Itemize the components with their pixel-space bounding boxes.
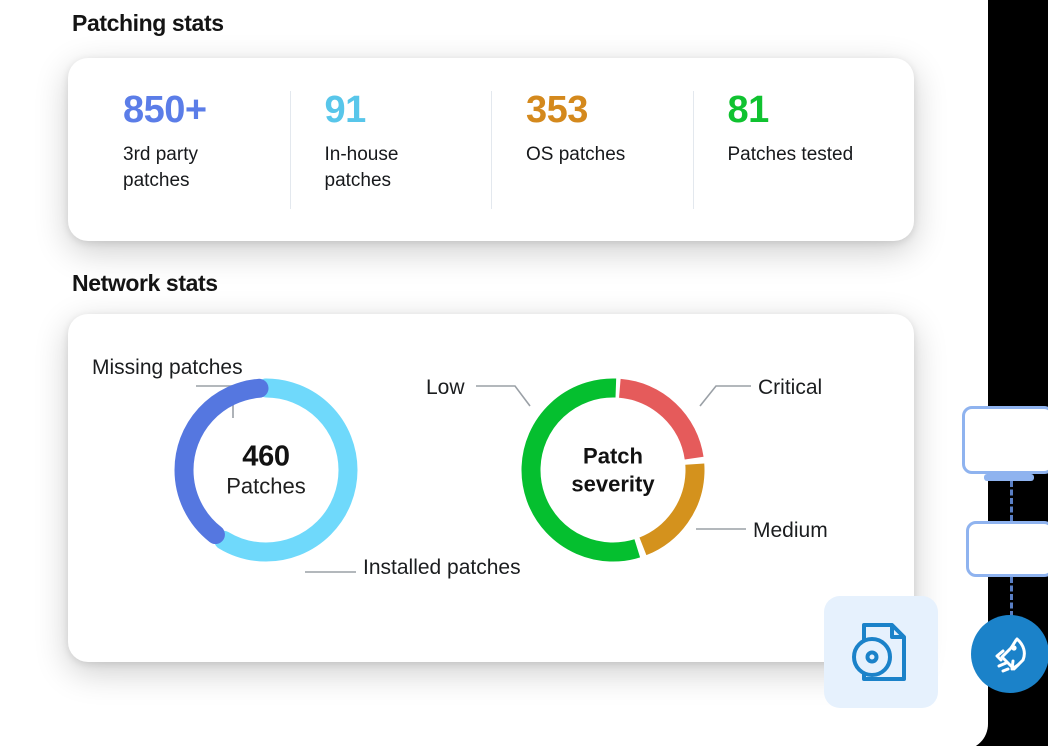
callout-medium-text: Medium: [753, 519, 828, 542]
rocket-icon: [995, 637, 1026, 673]
stat-label-os: OS patches: [526, 143, 626, 165]
callout-missing-patches: Missing patches: [92, 354, 243, 381]
callout-low-text: Low: [426, 376, 465, 399]
patch-document-tile[interactable]: [824, 596, 938, 708]
patch-severity-donut-svg: [521, 378, 705, 562]
callout-missing-patches-text: Missing patches: [92, 356, 243, 379]
stat-third-party-patches: 850+ 3rd party patches: [88, 91, 290, 209]
network-stats-card: 460 Patches Patch severity Missing patch…: [68, 314, 914, 662]
patching-stats-card: 850+ 3rd party patches 91 In-house patch…: [68, 58, 914, 241]
stat-value-os: 353: [526, 88, 588, 131]
device-rail: [958, 398, 1048, 698]
rail-connector-bottom: [1010, 577, 1013, 617]
document-disc-icon: [852, 623, 906, 681]
stat-patches-tested: 81 Patches tested: [692, 88, 895, 209]
rocket-badge[interactable]: [971, 615, 1048, 693]
rail-device-box[interactable]: [966, 521, 1048, 577]
stat-label-tested: Patches tested: [727, 143, 854, 165]
patching-stats-row: 850+ 3rd party patches 91 In-house patch…: [68, 58, 914, 241]
patch-severity-donut-chart: Patch severity: [513, 370, 713, 570]
callout-installed-patches-text: Installed patches: [363, 556, 521, 579]
page-title-network-stats: Network stats: [72, 270, 218, 296]
page-title-patching-stats: Patching stats: [72, 10, 224, 36]
rail-device-monitor-stand: [984, 474, 1034, 481]
stat-value-in-house: 91: [324, 88, 367, 131]
callout-installed-patches: Installed patches: [363, 554, 521, 581]
stat-os-patches: 353 OS patches: [491, 88, 693, 209]
patches-donut-chart: 460 Patches: [166, 370, 366, 570]
stat-value-tested: 81: [727, 88, 770, 131]
stat-label-third-party: 3rd party patches: [123, 143, 198, 192]
donut-charts-container: 460 Patches Patch severity Missing patch…: [68, 314, 914, 662]
app-root: Patching stats 850+ 3rd party patches 91…: [0, 0, 1048, 746]
rail-device-monitor[interactable]: [962, 406, 1048, 474]
stat-value-third-party: 850+: [123, 88, 207, 131]
stat-label-in-house: In-house patches: [324, 143, 399, 192]
callout-low: Low: [426, 374, 465, 401]
callout-critical-text: Critical: [758, 376, 823, 399]
patches-donut-svg: [174, 378, 358, 562]
callout-medium: Medium: [753, 517, 828, 544]
stat-in-house-patches: 91 In-house patches: [289, 88, 492, 209]
callout-critical: Critical: [758, 374, 822, 401]
rail-connector-top: [1010, 481, 1013, 521]
